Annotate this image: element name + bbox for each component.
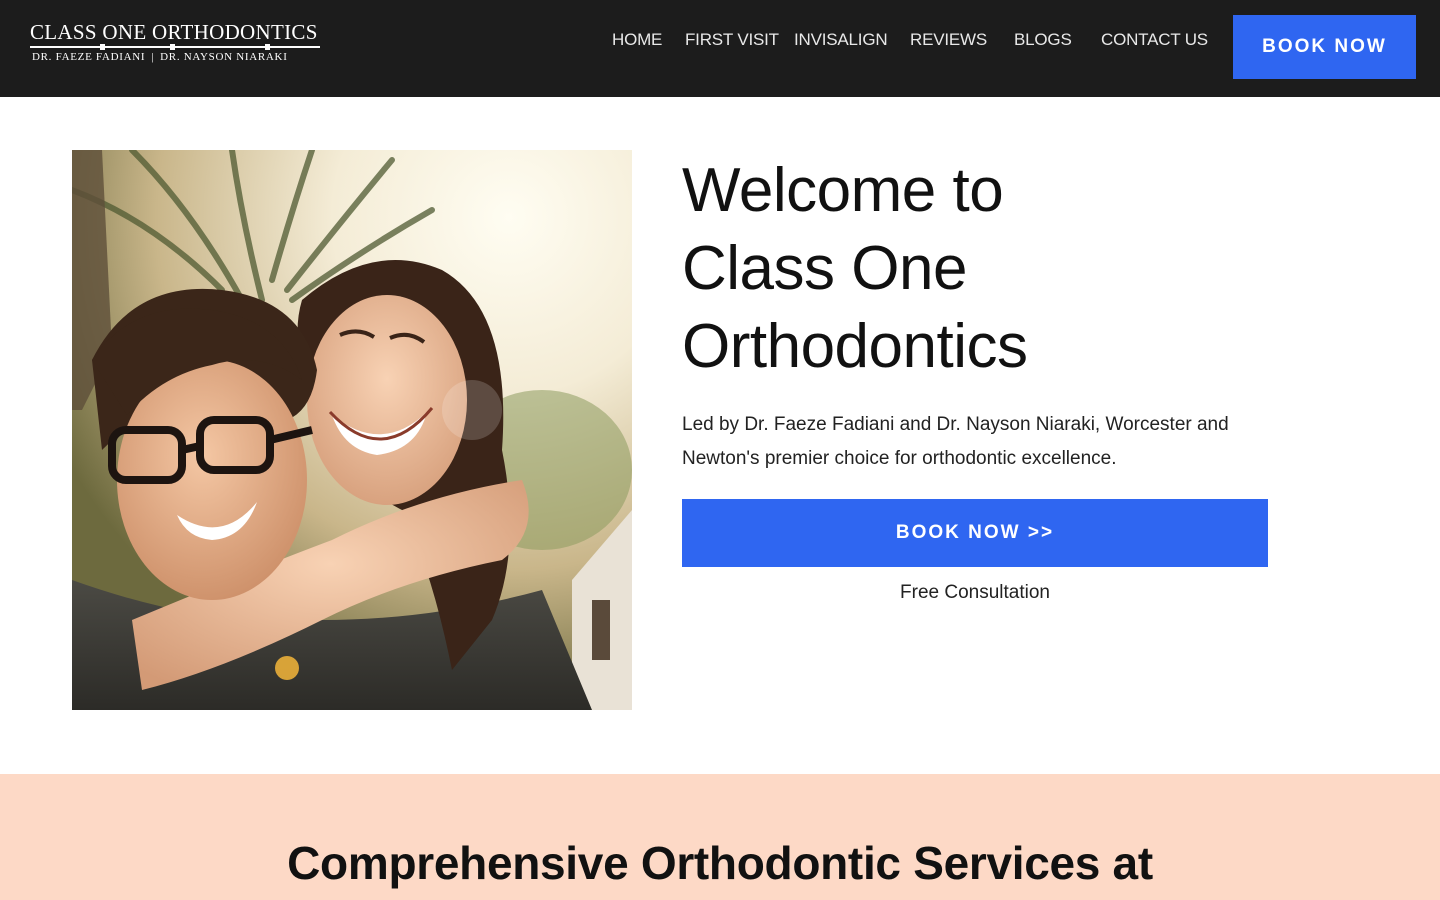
hero-photo — [72, 150, 632, 710]
hero-photo-illustration — [72, 150, 632, 710]
hero-title: Welcome to Class One Orthodontics — [682, 152, 1202, 386]
free-consultation-note: Free Consultation — [900, 582, 1050, 603]
hero-title-line-2: Class One — [682, 234, 967, 303]
nav-blogs[interactable]: BLOGS — [1014, 28, 1072, 52]
nav-contact-us[interactable]: CONTACT US — [1101, 28, 1208, 52]
hero-description: Led by Dr. Faeze Fadiani and Dr. Nayson … — [682, 414, 1229, 469]
logo-subtitle: DR. FAEZE FADIANI | DR. NAYSON NIARAKI — [32, 51, 288, 63]
logo-doctor-1: DR. FAEZE FADIANI — [32, 51, 146, 63]
site-logo[interactable]: CLASS ONE ORTHODONTICS DR. FAEZE FADIANI… — [30, 20, 322, 66]
site-header: CLASS ONE ORTHODONTICS DR. FAEZE FADIANI… — [0, 0, 1440, 97]
logo-rule — [30, 44, 320, 50]
nav-home[interactable]: HOME — [612, 28, 662, 52]
hero-book-now-button[interactable]: BOOK NOW >> — [682, 499, 1268, 567]
hero-title-line-1: Welcome to — [682, 156, 1004, 225]
nav-reviews[interactable]: REVIEWS — [910, 28, 987, 52]
services-title: Comprehensive Orthodontic Services at — [287, 837, 1153, 889]
header-book-now-button[interactable]: BOOK NOW — [1233, 15, 1416, 79]
hero-title-line-3: Orthodontics — [682, 312, 1028, 381]
services-section: Comprehensive Orthodontic Services at — [0, 774, 1440, 900]
logo-separator: | — [151, 51, 155, 63]
nav-first-visit[interactable]: FIRST VISIT — [685, 28, 779, 52]
logo-title: CLASS ONE ORTHODONTICS — [30, 20, 318, 44]
logo-doctor-2: DR. NAYSON NIARAKI — [160, 51, 288, 63]
nav-invisalign[interactable]: INVISALIGN — [794, 28, 888, 52]
